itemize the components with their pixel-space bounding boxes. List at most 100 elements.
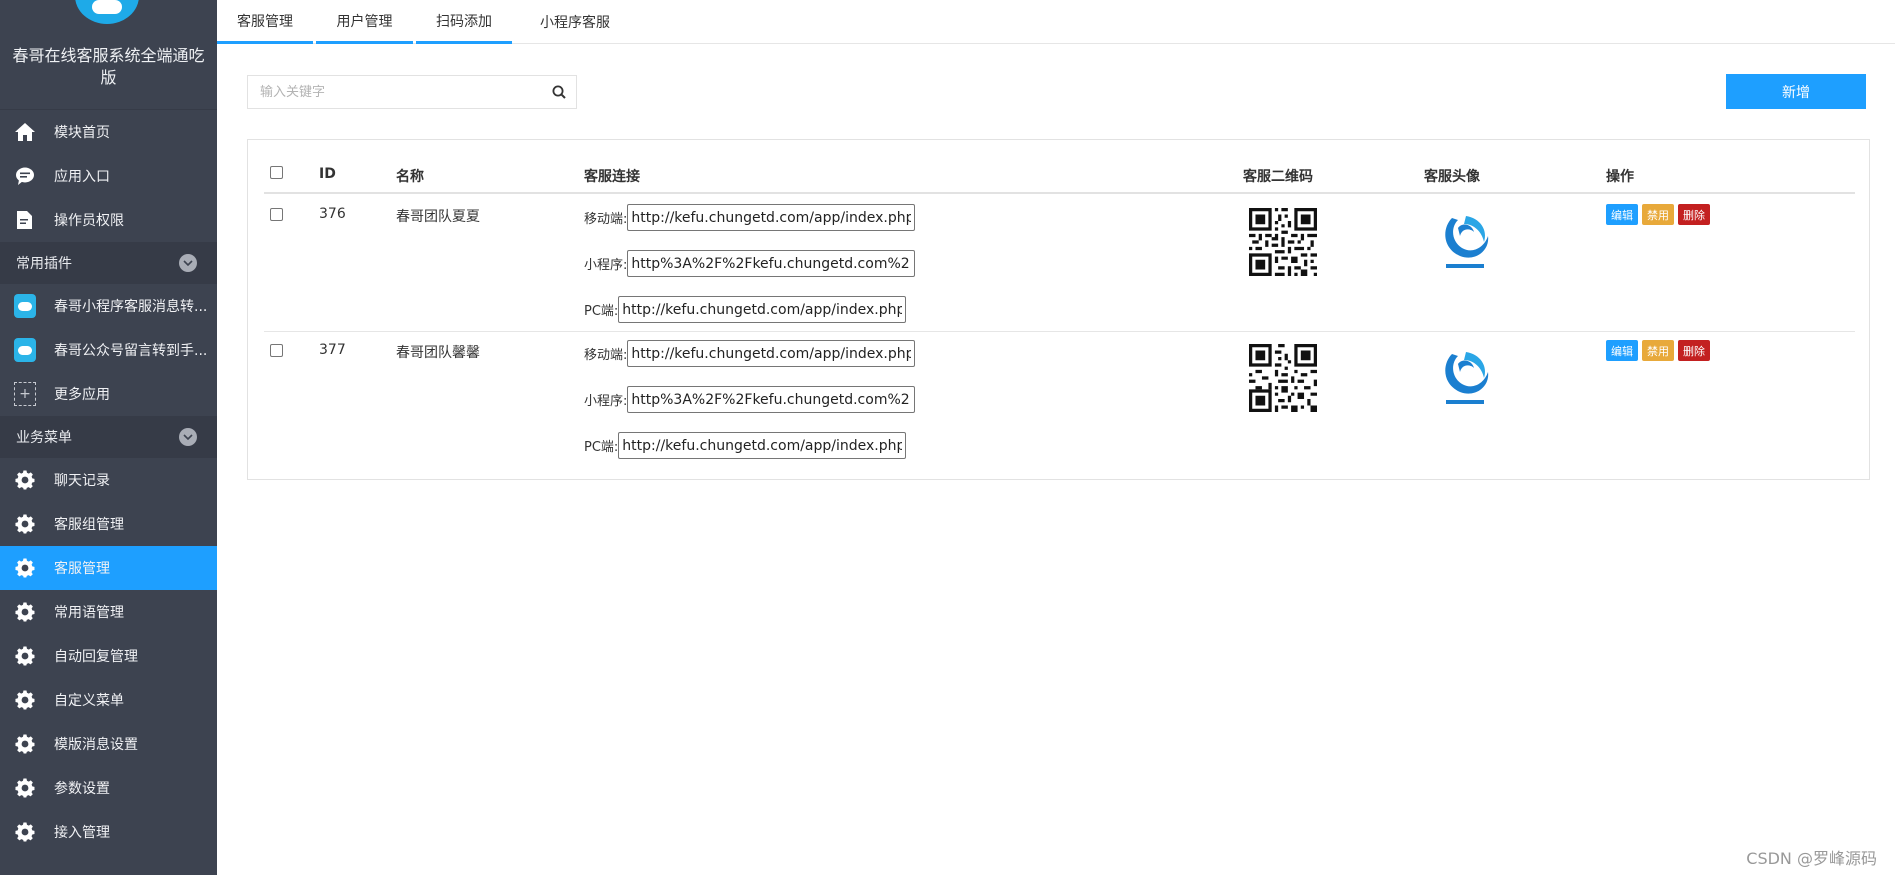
table-row: 377 春哥团队馨馨 移动端: 小程序: PC端: — [264, 332, 1855, 468]
pc-link-label: PC端: — [584, 440, 619, 455]
chat-icon — [14, 165, 36, 187]
sidebar-item-chat-records[interactable]: 聊天记录 — [0, 458, 217, 502]
delete-button[interactable]: 删除 — [1678, 340, 1710, 361]
sidebar-item-label: 模块首页 — [54, 125, 110, 141]
search-input[interactable] — [248, 76, 542, 108]
mini-link-label: 小程序: — [584, 394, 628, 409]
tab-user-management[interactable]: 用户管理 — [316, 0, 413, 44]
mobile-link-line: 移动端: — [584, 340, 916, 367]
header-avatar: 客服头像 — [1424, 169, 1480, 185]
row-id: 377 — [319, 342, 346, 358]
delete-button[interactable]: 删除 — [1678, 204, 1710, 225]
chevron-down-icon — [179, 254, 197, 272]
brand: 春哥在线客服系统全端通吃版 — [0, 0, 217, 110]
mobile-link-label: 移动端: — [584, 212, 628, 227]
tab-service-management[interactable]: 客服管理 — [217, 0, 313, 44]
row-checkbox[interactable] — [270, 344, 283, 357]
document-edit-icon — [14, 209, 36, 231]
row-checkbox[interactable] — [270, 208, 283, 221]
sidebar-item-common-phrases[interactable]: 常用语管理 — [0, 590, 217, 634]
plus-icon: + — [14, 382, 36, 406]
row-name: 春哥团队馨馨 — [396, 345, 480, 361]
sidebar-item-label: 常用语管理 — [54, 605, 124, 621]
gear-icon — [14, 777, 36, 799]
home-icon — [14, 121, 36, 143]
sidebar-item-label: 更多应用 — [54, 387, 110, 403]
gear-icon — [14, 469, 36, 491]
qr-code-image — [1249, 208, 1317, 276]
table-row: 376 春哥团队夏夏 移动端: 小程序: PC端: — [264, 196, 1855, 332]
mini-link-field[interactable] — [627, 386, 916, 413]
app-title: 春哥在线客服系统全端通吃版 — [12, 46, 205, 87]
row-actions: 编辑 禁用 删除 — [1606, 340, 1710, 361]
sidebar-item-auto-reply[interactable]: 自动回复管理 — [0, 634, 217, 678]
sidebar-item-label: 操作员权限 — [54, 213, 124, 229]
pc-link-line: PC端: — [584, 432, 907, 459]
search-icon[interactable] — [542, 85, 576, 99]
gear-icon — [14, 689, 36, 711]
tab-scan-add[interactable]: 扫码添加 — [416, 0, 512, 44]
table-header: ID 名称 客服连接 客服二维码 客服头像 操作 — [264, 166, 1855, 194]
sidebar-item-plugin-official-account[interactable]: 春哥公众号留言转到手... — [0, 328, 217, 372]
sidebar-item-label: 自定义菜单 — [54, 693, 124, 709]
row-id: 376 — [319, 206, 346, 222]
top-tabs: 客服管理 用户管理 扫码添加 小程序客服 — [217, 0, 1895, 44]
sidebar-item-label: 春哥公众号留言转到手... — [54, 343, 208, 359]
disable-button[interactable]: 禁用 — [1642, 340, 1674, 361]
pc-link-field[interactable] — [618, 296, 907, 323]
sidebar-item-label: 客服管理 — [54, 561, 110, 577]
sidebar-item-label: 应用入口 — [54, 169, 110, 185]
sidebar-item-access-management[interactable]: 接入管理 — [0, 810, 217, 854]
row-actions: 编辑 禁用 删除 — [1606, 204, 1710, 225]
add-button[interactable]: 新增 — [1726, 74, 1866, 109]
gear-icon — [14, 821, 36, 843]
sidebar-item-label: 参数设置 — [54, 781, 110, 797]
mobile-link-field[interactable] — [627, 204, 916, 231]
app-root: 春哥在线客服系统全端通吃版 模块首页 应用入口 操作员权限 常用插件 春哥小程序… — [0, 0, 1895, 875]
mobile-link-label: 移动端: — [584, 348, 628, 363]
sidebar-item-service-management[interactable]: 客服管理 — [0, 546, 217, 590]
sidebar-section-business[interactable]: 业务菜单 — [0, 416, 217, 458]
header-id: ID — [319, 166, 336, 182]
tab-label: 扫码添加 — [436, 13, 492, 30]
header-ops: 操作 — [1606, 169, 1634, 185]
gear-icon — [14, 557, 36, 579]
sidebar-item-parameter-settings[interactable]: 参数设置 — [0, 766, 217, 810]
mini-link-field[interactable] — [627, 250, 916, 277]
section-label: 常用插件 — [16, 256, 72, 272]
edit-button[interactable]: 编辑 — [1606, 204, 1638, 225]
sidebar-item-template-messages[interactable]: 模版消息设置 — [0, 722, 217, 766]
tab-miniapp-service[interactable]: 小程序客服 — [515, 0, 635, 44]
sidebar-item-plugin-miniapp[interactable]: 春哥小程序客服消息转... — [0, 284, 217, 328]
sidebar-section-plugins[interactable]: 常用插件 — [0, 242, 217, 284]
qr-code-image — [1249, 344, 1317, 412]
mini-link-line: 小程序: — [584, 386, 916, 413]
header-name: 名称 — [396, 169, 424, 185]
search-box — [247, 75, 577, 109]
tab-label: 客服管理 — [237, 13, 293, 30]
mini-link-label: 小程序: — [584, 258, 628, 273]
sidebar-item-service-groups[interactable]: 客服组管理 — [0, 502, 217, 546]
sidebar-item-app-entry[interactable]: 应用入口 — [0, 154, 217, 198]
tab-label: 用户管理 — [336, 13, 393, 30]
header-link: 客服连接 — [584, 169, 640, 185]
sidebar-item-home[interactable]: 模块首页 — [0, 110, 217, 154]
sidebar-item-custom-menu[interactable]: 自定义菜单 — [0, 678, 217, 722]
sidebar-item-label: 聊天记录 — [54, 473, 110, 489]
sidebar-item-label: 客服组管理 — [54, 517, 124, 533]
brand-logo-icon — [75, 0, 139, 24]
pc-link-field[interactable] — [618, 432, 907, 459]
gear-icon — [14, 645, 36, 667]
disable-button[interactable]: 禁用 — [1642, 204, 1674, 225]
plugin-icon — [14, 338, 36, 362]
gear-icon — [14, 601, 36, 623]
sidebar-item-more-apps[interactable]: + 更多应用 — [0, 372, 217, 416]
plugin-icon — [14, 294, 36, 318]
edit-button[interactable]: 编辑 — [1606, 340, 1638, 361]
mobile-link-field[interactable] — [627, 340, 916, 367]
mobile-link-line: 移动端: — [584, 204, 916, 231]
sidebar-item-label: 自动回复管理 — [54, 649, 138, 665]
sidebar-item-label: 模版消息设置 — [54, 737, 138, 753]
sidebar-item-operator-permissions[interactable]: 操作员权限 — [0, 198, 217, 242]
select-all-checkbox[interactable] — [270, 166, 283, 179]
